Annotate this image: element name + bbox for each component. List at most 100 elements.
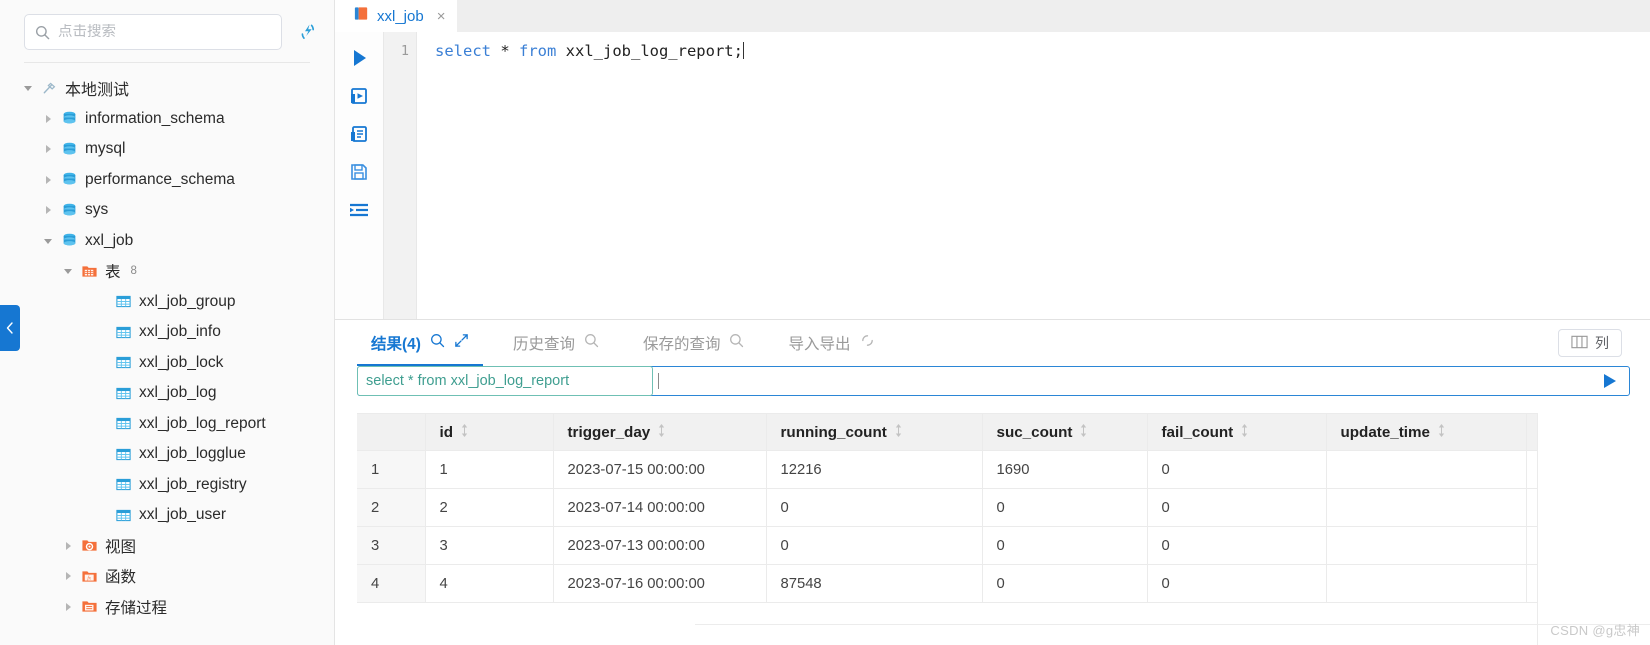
results-tab-2[interactable]: 保存的查询 [621,320,767,366]
table-row[interactable]: 2 2 2023-07-14 00:00:00 0 0 0 [357,488,1538,527]
search-box[interactable] [24,14,282,50]
tree-node-视图[interactable]: 视图 [0,531,334,562]
search-icon[interactable] [729,333,744,353]
format-button[interactable] [345,198,373,222]
query-chip[interactable]: select * from xxl_job_log_report [357,366,653,396]
sync-icon[interactable] [860,333,875,353]
sort-icon[interactable] [1079,423,1088,442]
caret-right-icon[interactable] [42,113,54,125]
caret-right-icon[interactable] [42,174,54,186]
sort-icon[interactable] [1437,423,1446,442]
cell-fail_count[interactable]: 0 [1147,450,1327,489]
caret-right-icon[interactable] [62,601,74,613]
cell-id[interactable]: 3 [425,526,554,565]
row-number: 2 [357,488,426,527]
cell-fail_count[interactable]: 0 [1147,526,1327,565]
search-icon[interactable] [430,333,445,353]
tree-node-xxl_job_lock[interactable]: xxl_job_lock [0,348,334,379]
grid-header-update_time[interactable]: update_time [1326,413,1527,451]
function-folder-icon: fx [81,568,98,585]
expand-icon[interactable] [454,333,469,353]
tree-node-performance_schema[interactable]: performance_schema [0,165,334,196]
results-grid: id trigger_day running_count suc_count fail_… [357,413,1538,603]
cell-trigger_day[interactable]: 2023-07-13 00:00:00 [553,526,767,565]
grid-header-suc_count[interactable]: suc_count [982,413,1148,451]
refresh-icon[interactable] [296,20,320,44]
code-text[interactable]: select * from xxl_job_log_report; [417,32,1650,319]
grid-header-running_count[interactable]: running_count [766,413,983,451]
tree-node-sys[interactable]: sys [0,195,334,226]
cell-trigger_day[interactable]: 2023-07-14 00:00:00 [553,488,767,527]
results-tab-1[interactable]: 历史查询 [491,320,621,366]
grid-header-trigger_day[interactable]: trigger_day [553,413,767,451]
tree-node-xxl_job_log[interactable]: xxl_job_log [0,378,334,409]
results-tab-label: 保存的查询 [642,336,721,353]
cell-running_count[interactable]: 87548 [766,564,983,603]
close-icon[interactable]: × [437,9,446,24]
sort-icon[interactable] [460,423,469,442]
sort-icon[interactable] [1240,423,1249,442]
query-input[interactable] [653,367,1589,395]
cell-id[interactable]: 4 [425,564,554,603]
caret-down-icon[interactable] [22,82,34,94]
cell-running_count[interactable]: 0 [766,488,983,527]
caret-right-icon[interactable] [42,143,54,155]
tree-node-xxl_job_user[interactable]: xxl_job_user [0,500,334,531]
search-icon[interactable] [584,333,599,353]
cell-fail_count[interactable]: 0 [1147,564,1327,603]
table-row[interactable]: 4 4 2023-07-16 00:00:00 87548 0 0 [357,564,1538,603]
tree-node-xxl_job_registry[interactable]: xxl_job_registry [0,470,334,501]
cell-update_time[interactable] [1326,526,1527,565]
tree-node-存储过程[interactable]: 存储过程 [0,592,334,623]
tree-node-xxl_job_group[interactable]: xxl_job_group [0,287,334,318]
explain-button[interactable] [345,122,373,146]
caret-right-icon[interactable] [62,570,74,582]
results-tab-3[interactable]: 导入导出 [766,320,896,366]
columns-button[interactable]: 列 [1558,329,1622,357]
run-button[interactable] [345,46,373,70]
caret-down-icon[interactable] [62,265,74,277]
query-filter-bar[interactable]: select * from xxl_job_log_report [357,366,1630,396]
sort-icon[interactable] [657,423,666,442]
cell-update_time[interactable] [1326,450,1527,489]
code-editor[interactable]: 1 select * from xxl_job_log_report; [383,32,1650,319]
cell-suc_count[interactable]: 0 [982,488,1148,527]
cell-trigger_day[interactable]: 2023-07-15 00:00:00 [553,450,767,489]
cell-suc_count[interactable]: 0 [982,564,1148,603]
cell-update_time[interactable] [1326,488,1527,527]
caret-right-icon[interactable] [62,540,74,552]
tree-node-mysql[interactable]: mysql [0,134,334,165]
cell-running_count[interactable]: 0 [766,526,983,565]
query-run-button[interactable] [1589,367,1629,395]
grid-header-id[interactable]: id [425,413,554,451]
table-row[interactable]: 1 1 2023-07-15 00:00:00 12216 1690 0 [357,450,1538,489]
sidebar-collapse-handle[interactable] [0,305,20,351]
cell-id[interactable]: 2 [425,488,554,527]
tree-node-函数[interactable]: fx 函数 [0,561,334,592]
tree-node-xxl_job_logglue[interactable]: xxl_job_logglue [0,439,334,470]
tab-xxl-job[interactable]: xxl_job × [335,0,458,32]
cell-running_count[interactable]: 12216 [766,450,983,489]
sort-icon[interactable] [894,423,903,442]
cell-suc_count[interactable]: 1690 [982,450,1148,489]
tree-node-表[interactable]: 表8 [0,256,334,287]
cell-trigger_day[interactable]: 2023-07-16 00:00:00 [553,564,767,603]
cell-id[interactable]: 1 [425,450,554,489]
cell-update_time[interactable] [1326,564,1527,603]
table-row[interactable]: 3 3 2023-07-13 00:00:00 0 0 0 [357,526,1538,565]
run-to-file-button[interactable] [345,84,373,108]
tree-node-xxl_job_log_report[interactable]: xxl_job_log_report [0,409,334,440]
cell-suc_count[interactable]: 0 [982,526,1148,565]
caret-right-icon[interactable] [42,204,54,216]
tree-node-xxl_job[interactable]: xxl_job [0,226,334,257]
grid-rownum-header [357,413,426,451]
cell-fail_count[interactable]: 0 [1147,488,1327,527]
search-input[interactable] [58,24,271,40]
grid-header-fail_count[interactable]: fail_count [1147,413,1327,451]
tree-node-information_schema[interactable]: information_schema [0,104,334,135]
tree-node-xxl_job_info[interactable]: xxl_job_info [0,317,334,348]
results-tab-0[interactable]: 结果(4) [349,320,491,366]
tree-node-本地测试[interactable]: 本地测试 [0,73,334,104]
save-button[interactable] [345,160,373,184]
caret-down-icon[interactable] [42,235,54,247]
